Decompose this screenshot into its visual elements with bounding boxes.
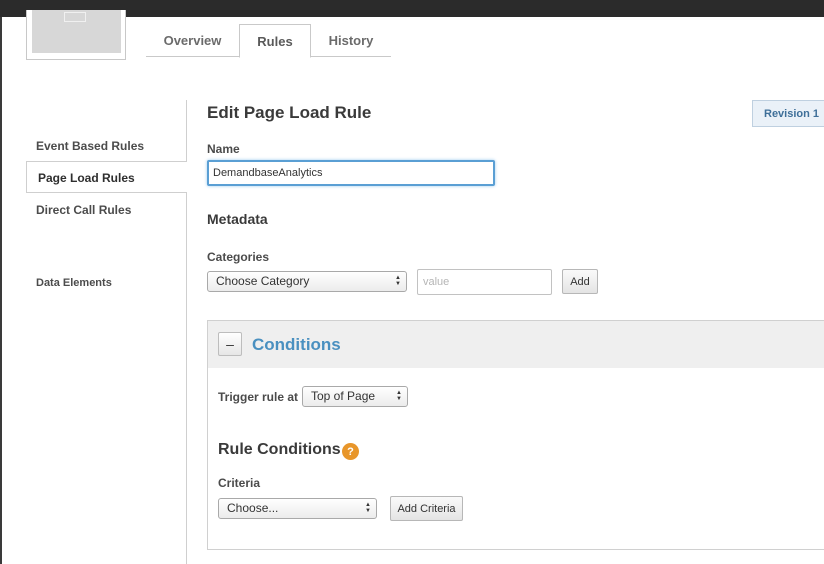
add-criteria-button[interactable]: Add Criteria [390,496,463,521]
criteria-label: Criteria [218,476,261,490]
sidebar-item-label: Page Load Rules [38,171,135,185]
rule-name-input[interactable] [207,160,495,186]
metadata-heading: Metadata [207,211,268,227]
help-icon[interactable]: ? [342,443,359,460]
sidebar-item-page-load-rules[interactable]: Page Load Rules [26,161,187,193]
tab-overview[interactable]: Overview [146,24,239,57]
category-select-value: Choose Category [216,274,310,288]
page-title: Edit Page Load Rule [207,103,372,122]
sidebar-item-data-elements[interactable]: Data Elements [36,277,112,289]
criteria-select-value: Choose... [227,501,279,515]
trigger-rule-label: Trigger rule at [218,390,299,404]
select-arrows-icon: ▲ ▼ [365,502,371,514]
sidebar-item-event-based-rules[interactable]: Event Based Rules [36,139,144,153]
rule-conditions-heading: Rule Conditions [218,441,341,458]
window-left-edge [0,17,2,564]
criteria-select[interactable]: Choose... ▲ ▼ [218,498,377,519]
thumbnail-image [32,10,121,53]
tab-rules[interactable]: Rules [239,24,311,58]
add-category-button[interactable]: Add [562,269,598,294]
revision-badge[interactable]: Revision 1 [752,100,824,127]
category-select[interactable]: Choose Category ▲ ▼ [207,271,407,292]
trigger-select[interactable]: Top of Page ▲ ▼ [302,386,408,407]
collapse-conditions-button[interactable]: – [218,332,242,356]
property-thumbnail[interactable] [26,10,126,60]
categories-label: Categories [207,250,270,264]
trigger-select-value: Top of Page [311,389,376,403]
select-arrows-icon: ▲ ▼ [395,275,401,287]
category-value-input[interactable] [417,269,552,295]
conditions-header: – Conditions [208,321,824,368]
tab-history[interactable]: History [311,24,391,57]
conditions-title: Conditions [252,335,341,354]
select-arrows-icon: ▲ ▼ [396,390,402,402]
image-placeholder-icon [64,12,86,22]
sidebar-item-direct-call-rules[interactable]: Direct Call Rules [36,203,131,217]
name-label: Name [207,142,240,156]
